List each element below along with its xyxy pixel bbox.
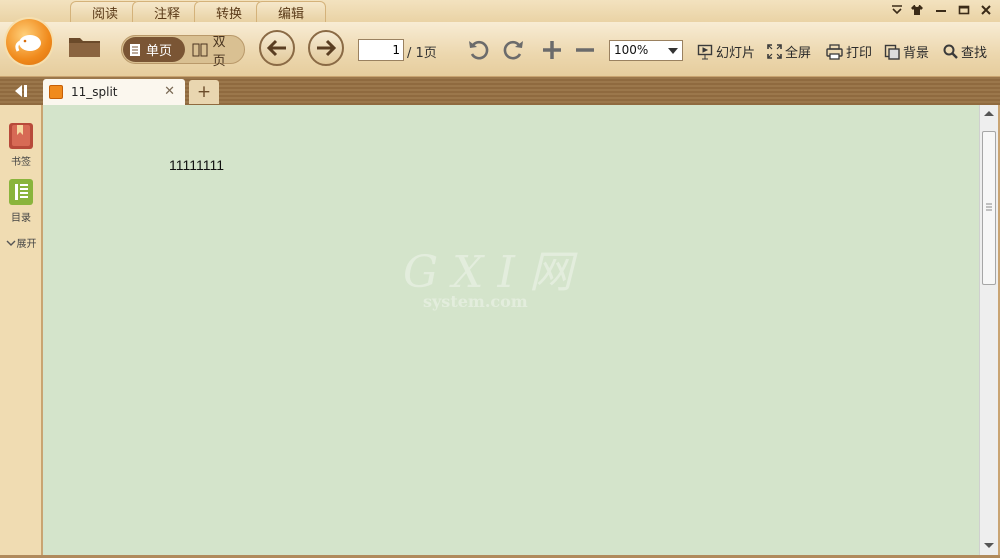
menu-tab-convert[interactable]: 转换 bbox=[194, 1, 264, 22]
elephant-logo-icon bbox=[15, 35, 41, 52]
pdf-file-icon bbox=[49, 85, 63, 99]
menu-icon[interactable] bbox=[887, 2, 907, 18]
collapse-left-icon bbox=[15, 85, 27, 97]
toc-button[interactable]: 目录 bbox=[0, 177, 42, 224]
menu-tab-annotate[interactable]: 注释 bbox=[132, 1, 202, 22]
maximize-icon[interactable] bbox=[954, 2, 974, 18]
plus-icon: + bbox=[196, 82, 212, 102]
open-folder-icon[interactable] bbox=[68, 34, 102, 58]
rotate-left-button[interactable] bbox=[467, 38, 491, 62]
chevron-down-icon bbox=[668, 48, 678, 54]
scrollbar-thumb[interactable] bbox=[982, 131, 996, 285]
table-of-contents-icon bbox=[9, 179, 33, 205]
slideshow-icon bbox=[697, 44, 713, 59]
bookmark-button[interactable]: 书签 bbox=[0, 121, 42, 168]
menu-tab-edit[interactable]: 编辑 bbox=[256, 1, 326, 22]
background-label: 背景 bbox=[903, 46, 930, 61]
print-button[interactable]: 打印 bbox=[826, 42, 872, 61]
menu-tab-read[interactable]: 阅读 bbox=[70, 1, 140, 22]
watermark: G X I 网 system.com bbox=[403, 245, 623, 319]
background-button[interactable]: 背景 bbox=[884, 42, 929, 61]
background-icon bbox=[884, 44, 900, 60]
zoom-out-button[interactable] bbox=[573, 38, 597, 62]
print-label: 打印 bbox=[846, 46, 873, 61]
expand-label: 展开 bbox=[16, 239, 37, 250]
bookmark-icon bbox=[9, 123, 33, 149]
view-mode-group: 单页 双页 bbox=[121, 35, 245, 69]
single-page-icon bbox=[130, 43, 140, 56]
page-total-label: / 1页 bbox=[407, 46, 437, 61]
chevron-down-icon bbox=[6, 240, 15, 246]
toc-label: 目录 bbox=[11, 213, 31, 224]
left-side-panel: 书签 目录 展开 bbox=[0, 105, 42, 555]
document-tab-label: 11_split bbox=[71, 85, 118, 99]
watermark-domain: system.com bbox=[423, 292, 528, 311]
vertical-scrollbar[interactable] bbox=[979, 105, 998, 555]
rotate-right-button[interactable] bbox=[501, 38, 525, 62]
single-page-button[interactable]: 单页 bbox=[123, 37, 185, 62]
fullscreen-label: 全屏 bbox=[785, 46, 812, 61]
zoom-select[interactable]: 100% bbox=[609, 40, 683, 61]
double-page-label: 双页 bbox=[212, 34, 226, 69]
arrow-left-icon bbox=[266, 39, 286, 57]
collapse-sidebar-button[interactable] bbox=[0, 77, 42, 105]
zoom-in-button[interactable] bbox=[540, 38, 564, 62]
printer-icon bbox=[826, 43, 843, 60]
document-view[interactable]: 11111111 G X I 网 system.com bbox=[43, 105, 979, 555]
new-tab-button[interactable]: + bbox=[189, 80, 219, 104]
slideshow-button[interactable]: 幻灯片 bbox=[697, 42, 755, 61]
rotate-right-icon bbox=[503, 40, 523, 60]
watermark-brand: G X I 网 bbox=[403, 247, 578, 298]
bookmark-label: 书签 bbox=[11, 157, 31, 168]
close-icon[interactable] bbox=[976, 2, 996, 18]
expand-button[interactable]: 展开 bbox=[0, 235, 42, 250]
find-label: 查找 bbox=[961, 46, 988, 61]
document-tab[interactable]: 11_split ✕ bbox=[43, 79, 185, 105]
fullscreen-button[interactable]: 全屏 bbox=[767, 42, 811, 61]
minus-icon bbox=[576, 48, 594, 52]
single-page-label: 单页 bbox=[146, 44, 173, 59]
plus-icon bbox=[543, 41, 561, 59]
zoom-value: 100% bbox=[614, 43, 649, 57]
scroll-up-arrow-icon[interactable] bbox=[984, 111, 994, 116]
app-window: 阅读 注释 转换 编辑 单页 双页 1 / 1页 100% 幻灯片 全屏 打印 … bbox=[0, 0, 1000, 558]
fullscreen-icon bbox=[767, 44, 782, 59]
double-page-button[interactable]: 双页 bbox=[186, 35, 244, 69]
menu-tab-strip: 阅读 注释 转换 编辑 bbox=[0, 0, 1000, 22]
arrow-right-icon bbox=[317, 39, 337, 57]
skin-icon[interactable] bbox=[907, 2, 927, 18]
document-text: 11111111 bbox=[169, 157, 225, 173]
find-button[interactable]: 查找 bbox=[943, 42, 987, 61]
next-page-button[interactable] bbox=[308, 30, 344, 66]
document-tab-bar: 11_split ✕ + bbox=[0, 77, 1000, 105]
minimize-icon[interactable] bbox=[931, 2, 951, 18]
rotate-left-icon bbox=[469, 40, 489, 60]
prev-page-button[interactable] bbox=[259, 30, 295, 66]
app-logo[interactable] bbox=[6, 19, 52, 65]
page-number-input[interactable]: 1 bbox=[358, 39, 404, 61]
scroll-down-arrow-icon[interactable] bbox=[984, 543, 994, 548]
search-icon bbox=[943, 44, 958, 59]
double-page-icon bbox=[192, 43, 208, 56]
slideshow-label: 幻灯片 bbox=[716, 46, 756, 61]
close-tab-icon[interactable]: ✕ bbox=[164, 84, 175, 99]
